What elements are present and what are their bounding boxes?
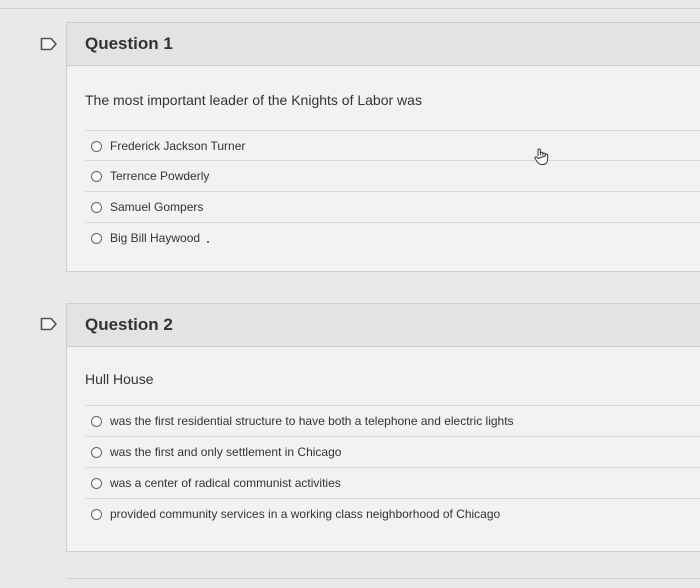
radio-button[interactable] xyxy=(91,140,102,152)
question-1: Question 1 The most important leader of … xyxy=(66,22,700,272)
answer-label: Terrence Powderly xyxy=(110,169,210,183)
question-title: Question 1 xyxy=(85,34,173,53)
radio-button[interactable] xyxy=(91,201,102,213)
answer-option[interactable]: provided community services in a working… xyxy=(85,498,700,529)
stray-dot xyxy=(207,241,209,243)
question-title: Question 2 xyxy=(85,315,173,334)
question-header: Question 2 xyxy=(66,303,700,347)
answer-option[interactable]: Terrence Powderly xyxy=(85,160,700,191)
question-body: The most important leader of the Knights… xyxy=(66,66,700,272)
radio-button[interactable] xyxy=(91,415,102,427)
flag-question-icon[interactable] xyxy=(40,317,58,331)
top-divider xyxy=(0,8,700,9)
answer-option[interactable]: was a center of radical communist activi… xyxy=(85,467,700,498)
answer-option[interactable]: was the first residential structure to h… xyxy=(85,405,700,436)
flag-question-icon[interactable] xyxy=(40,37,58,51)
answer-label: provided community services in a working… xyxy=(110,507,501,521)
question-text: The most important leader of the Knights… xyxy=(85,92,422,108)
question-header: Question 1 xyxy=(66,22,700,66)
radio-button[interactable] xyxy=(91,508,102,520)
answer-option[interactable]: Frederick Jackson Turner xyxy=(85,130,700,161)
hand-pointer-icon xyxy=(531,147,551,167)
question-text: Hull House xyxy=(85,371,154,387)
answer-label: was the first and only settlement in Chi… xyxy=(110,445,342,459)
answer-label: Big Bill Haywood xyxy=(110,231,201,245)
radio-button[interactable] xyxy=(91,232,102,244)
question-2: Question 2 Hull House was the first resi… xyxy=(66,303,700,552)
answer-label: Frederick Jackson Turner xyxy=(110,139,246,153)
radio-button[interactable] xyxy=(91,170,102,182)
question-body: Hull House was the first residential str… xyxy=(66,347,700,552)
answer-label: was a center of radical communist activi… xyxy=(110,476,341,490)
answer-label: was the first residential structure to h… xyxy=(110,414,514,428)
bottom-divider xyxy=(66,578,700,579)
answer-option[interactable]: Big Bill Haywood xyxy=(85,222,700,253)
answer-option[interactable]: was the first and only settlement in Chi… xyxy=(85,436,700,467)
answer-label: Samuel Gompers xyxy=(110,200,204,214)
radio-button[interactable] xyxy=(91,446,102,458)
answer-option[interactable]: Samuel Gompers xyxy=(85,191,700,222)
radio-button[interactable] xyxy=(91,477,102,489)
